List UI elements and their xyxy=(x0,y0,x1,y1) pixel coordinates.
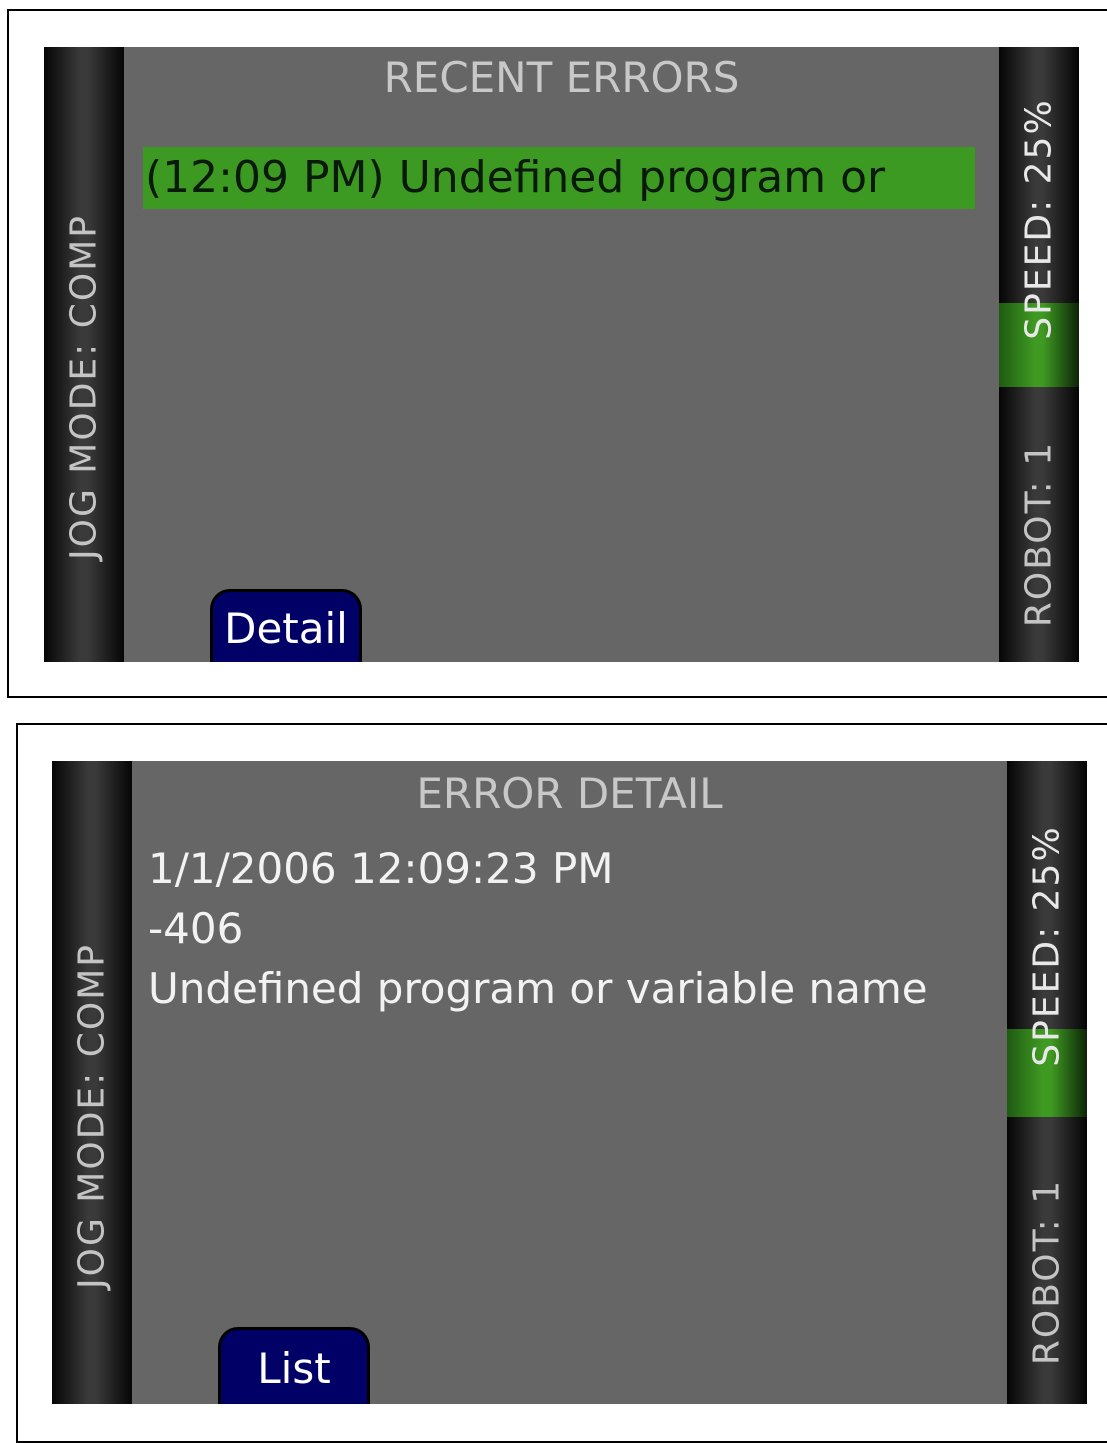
page-title: ERROR DETAIL xyxy=(416,769,723,818)
status-bar: SPEED: 25% ROBOT: 1 xyxy=(1007,761,1087,1404)
error-detail-screen: JOG MODE: COMP ERROR DETAIL 1/1/2006 12:… xyxy=(52,761,1087,1404)
jog-mode-bar[interactable]: JOG MODE: COMP xyxy=(52,761,132,1404)
robot-label: ROBOT: 1 xyxy=(1026,1178,1068,1366)
detail-button[interactable]: Detail xyxy=(210,589,362,662)
recent-errors-screen: JOG MODE: COMP RECENT ERRORS (12:09 PM) … xyxy=(44,47,1079,662)
error-detail-content: 1/1/2006 12:09:23 PM -406 Undefined prog… xyxy=(148,839,928,1019)
robot-label: ROBOT: 1 xyxy=(1018,440,1060,628)
error-code: -406 xyxy=(148,904,244,953)
error-message: Undefined program or variable name xyxy=(148,964,928,1013)
list-button[interactable]: List xyxy=(218,1327,370,1404)
speed-label: SPEED: 25% xyxy=(1018,98,1060,340)
error-timestamp: 1/1/2006 12:09:23 PM xyxy=(148,844,614,893)
page-title: RECENT ERRORS xyxy=(383,53,740,102)
speed-label: SPEED: 25% xyxy=(1026,825,1068,1067)
error-list-item[interactable]: (12:09 PM) Undefined program or xyxy=(143,147,975,209)
jog-mode-label: JOG MODE: COMP xyxy=(63,214,105,560)
jog-mode-label: JOG MODE: COMP xyxy=(71,943,113,1289)
status-bar: SPEED: 25% ROBOT: 1 xyxy=(999,47,1079,662)
jog-mode-bar[interactable]: JOG MODE: COMP xyxy=(44,47,124,662)
